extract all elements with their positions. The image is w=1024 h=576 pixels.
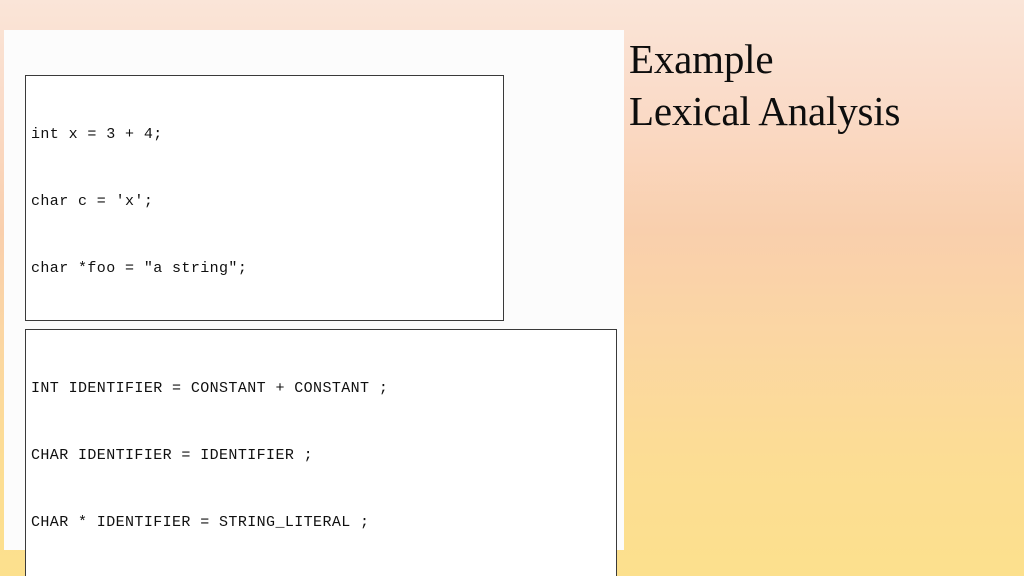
content-panel: int x = 3 + 4; char c = 'x'; char *foo =… xyxy=(4,30,624,576)
source-code-line: char c = 'x'; xyxy=(31,193,154,211)
source-code-line: char *foo = "a string"; xyxy=(31,260,248,278)
slide-canvas: int x = 3 + 4; char c = 'x'; char *foo =… xyxy=(0,0,1024,576)
slide-title-line-2: Lexical Analysis xyxy=(629,88,901,134)
source-code-box: int x = 3 + 4; char c = 'x'; char *foo =… xyxy=(25,75,504,321)
token-stream-line: CHAR * IDENTIFIER = STRING_LITERAL ; xyxy=(31,514,370,532)
token-stream-line: CHAR IDENTIFIER = IDENTIFIER ; xyxy=(31,447,314,465)
source-code-line: int x = 3 + 4; xyxy=(31,125,163,143)
slide-title: Example Lexical Analysis xyxy=(629,33,1009,137)
slide-title-line-1: Example xyxy=(629,36,774,82)
token-stream-box: INT IDENTIFIER = CONSTANT + CONSTANT ; C… xyxy=(25,329,617,576)
token-stream-line: INT IDENTIFIER = CONSTANT + CONSTANT ; xyxy=(31,379,389,397)
